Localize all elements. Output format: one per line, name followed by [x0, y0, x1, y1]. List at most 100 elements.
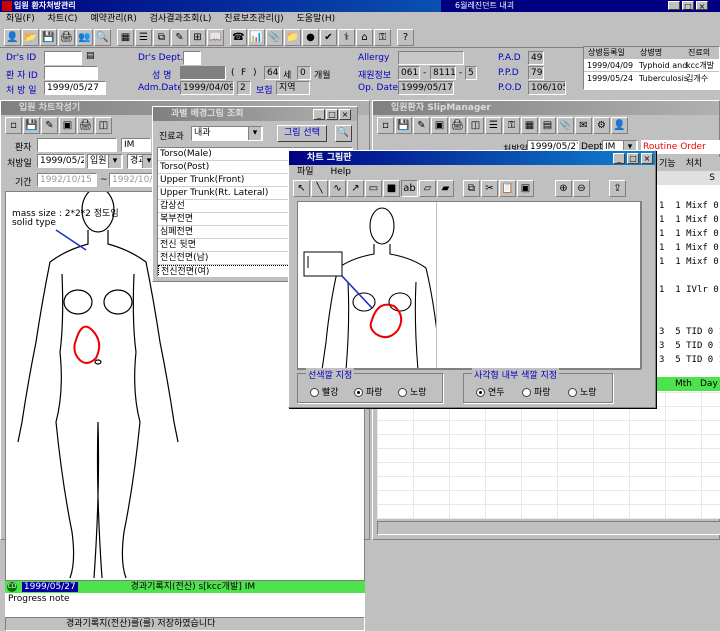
- drawing-menu-help[interactable]: Help: [330, 167, 351, 177]
- menu-lab-results[interactable]: 검사결과조회(L): [150, 14, 212, 24]
- rectangle-icon[interactable]: ▭: [365, 180, 382, 197]
- close-button[interactable]: ×: [339, 109, 351, 120]
- save-icon[interactable]: 💾: [23, 117, 40, 134]
- radio-line-yellow[interactable]: [398, 388, 407, 397]
- v-scrollbar[interactable]: [641, 201, 653, 369]
- order-row[interactable]: 1 1 Mixf 0 5: [655, 199, 720, 213]
- rx-date-field[interactable]: 1999/05/27: [44, 81, 106, 95]
- check-icon[interactable]: ✔: [320, 29, 337, 46]
- view-icon[interactable]: ◫: [95, 117, 112, 134]
- line-color-red[interactable]: 빨강: [310, 385, 339, 398]
- line-icon[interactable]: ╲: [311, 180, 328, 197]
- order-row[interactable]: 3 5 TID 0 1: [655, 353, 720, 367]
- zoom-out-icon[interactable]: ⊖: [573, 180, 590, 197]
- calc-icon[interactable]: ▤: [539, 117, 556, 134]
- copy-icon[interactable]: ⧉: [463, 180, 480, 197]
- maximize-button[interactable]: □: [627, 153, 639, 164]
- radio-line-red[interactable]: [310, 388, 319, 397]
- close-button[interactable]: ×: [641, 153, 653, 164]
- edit-icon[interactable]: ✎: [41, 117, 58, 134]
- new-icon[interactable]: ▫: [5, 117, 22, 134]
- filled-rect-icon[interactable]: ■: [383, 180, 400, 197]
- chart-rx-date[interactable]: 1999/05/27: [37, 154, 85, 168]
- save-icon[interactable]: 💾: [395, 117, 412, 134]
- open-icon[interactable]: 📂: [22, 29, 39, 46]
- radio-fill-blue[interactable]: [522, 388, 531, 397]
- line-color-yellow[interactable]: 노랑: [398, 385, 427, 398]
- fill-color-blue[interactable]: 파랑: [522, 385, 551, 398]
- doctor-icon[interactable]: ⚕: [338, 29, 355, 46]
- curve-icon[interactable]: ∿: [329, 180, 346, 197]
- maximize-button[interactable]: □: [682, 1, 694, 11]
- export-icon[interactable]: ⇪: [609, 180, 626, 197]
- arrow-icon[interactable]: ↗: [347, 180, 364, 197]
- gear-icon[interactable]: ⚙: [593, 117, 610, 134]
- new-icon[interactable]: ▫: [377, 117, 394, 134]
- chart-icon[interactable]: 📊: [248, 29, 265, 46]
- edit-icon[interactable]: ✎: [413, 117, 430, 134]
- list-icon[interactable]: ☰: [135, 29, 152, 46]
- radio-fill-yellow[interactable]: [568, 388, 577, 397]
- print-icon[interactable]: 🖨: [449, 117, 466, 134]
- folder-icon[interactable]: 📁: [284, 29, 301, 46]
- radio-line-blue[interactable]: [354, 388, 363, 397]
- note-icon[interactable]: ✉: [575, 117, 592, 134]
- close-button[interactable]: ×: [696, 1, 708, 11]
- order-row[interactable]: 1 1 Mixf 0 5: [655, 213, 720, 227]
- text-icon[interactable]: ab: [401, 180, 418, 197]
- minimize-button[interactable]: _: [313, 109, 325, 120]
- menu-file[interactable]: 화일(F): [6, 14, 35, 24]
- print-icon[interactable]: 🖨: [77, 117, 94, 134]
- order-row[interactable]: 1 1 Mixf 0 5: [655, 227, 720, 241]
- order-row[interactable]: 3 5 TID 0 1: [655, 325, 720, 339]
- book-icon[interactable]: 📖: [207, 29, 224, 46]
- doc-icon[interactable]: ▣: [431, 117, 448, 134]
- grid-icon[interactable]: ▦: [521, 117, 538, 134]
- drs-dept-field[interactable]: [183, 51, 201, 65]
- save-icon[interactable]: 💾: [40, 29, 57, 46]
- patient-icon[interactable]: 👤: [4, 29, 21, 46]
- inout-select[interactable]: 입원: [87, 154, 123, 169]
- radio-fill-lightgreen[interactable]: [476, 388, 485, 397]
- calendar-icon[interactable]: ▦: [117, 29, 134, 46]
- drawing-canvas[interactable]: [297, 201, 641, 369]
- order-row[interactable]: 1 1 IVlr 0 5: [655, 283, 720, 297]
- list-icon[interactable]: ☰: [485, 117, 502, 134]
- patient-field[interactable]: [37, 138, 117, 152]
- print-icon[interactable]: 🖨: [58, 29, 75, 46]
- maximize-button[interactable]: □: [326, 109, 338, 120]
- cut-icon[interactable]: ✂: [481, 180, 498, 197]
- period-from[interactable]: 1992/10/15: [37, 173, 97, 187]
- clip-icon[interactable]: 📎: [266, 29, 283, 46]
- image-icon[interactable]: ▣: [517, 180, 534, 197]
- disease-row[interactable]: 1999/04/09 Typhoid andkcc개발: [584, 59, 719, 72]
- menu-reservation[interactable]: 예약관리(R): [90, 14, 136, 24]
- menu-chart[interactable]: 차트(C): [48, 14, 78, 24]
- help-icon[interactable]: ?: [397, 29, 414, 46]
- order-row[interactable]: 1 1 Mixf 0 5: [655, 241, 720, 255]
- fill-color-lightgreen[interactable]: 연두: [476, 385, 505, 398]
- dept-select[interactable]: 내과: [191, 126, 263, 141]
- select-image-button[interactable]: 그림 선택: [277, 125, 327, 142]
- home-icon[interactable]: ⌂: [356, 29, 373, 46]
- view-icon[interactable]: ◫: [467, 117, 484, 134]
- menu-care-support[interactable]: 진료보조관리(J): [224, 14, 283, 24]
- eraser-icon[interactable]: ▰: [437, 180, 454, 197]
- order-row[interactable]: 1 1 Mixf 0 5: [655, 255, 720, 269]
- sub-grid[interactable]: [377, 391, 720, 519]
- paste-icon[interactable]: 📋: [499, 180, 516, 197]
- phone-icon[interactable]: ☎: [230, 29, 247, 46]
- lookup-icon[interactable]: 🔍: [335, 125, 352, 142]
- minimize-button[interactable]: _: [613, 153, 625, 164]
- patient-id-field[interactable]: [44, 66, 98, 80]
- line-color-blue[interactable]: 파랑: [354, 385, 383, 398]
- period-to[interactable]: 1992/10/15: [109, 173, 157, 187]
- minimize-button[interactable]: _: [668, 1, 680, 11]
- lips-icon[interactable]: ●: [302, 29, 319, 46]
- key-icon[interactable]: ⚿: [374, 29, 391, 46]
- disease-row[interactable]: 1999/05/24 Tuberculosis김개수: [584, 72, 719, 85]
- pointer-icon[interactable]: ↖: [293, 180, 310, 197]
- dept-field[interactable]: IM: [121, 138, 151, 152]
- drawing-menu-file[interactable]: 파일: [297, 167, 314, 177]
- note-icon[interactable]: ▱: [419, 180, 436, 197]
